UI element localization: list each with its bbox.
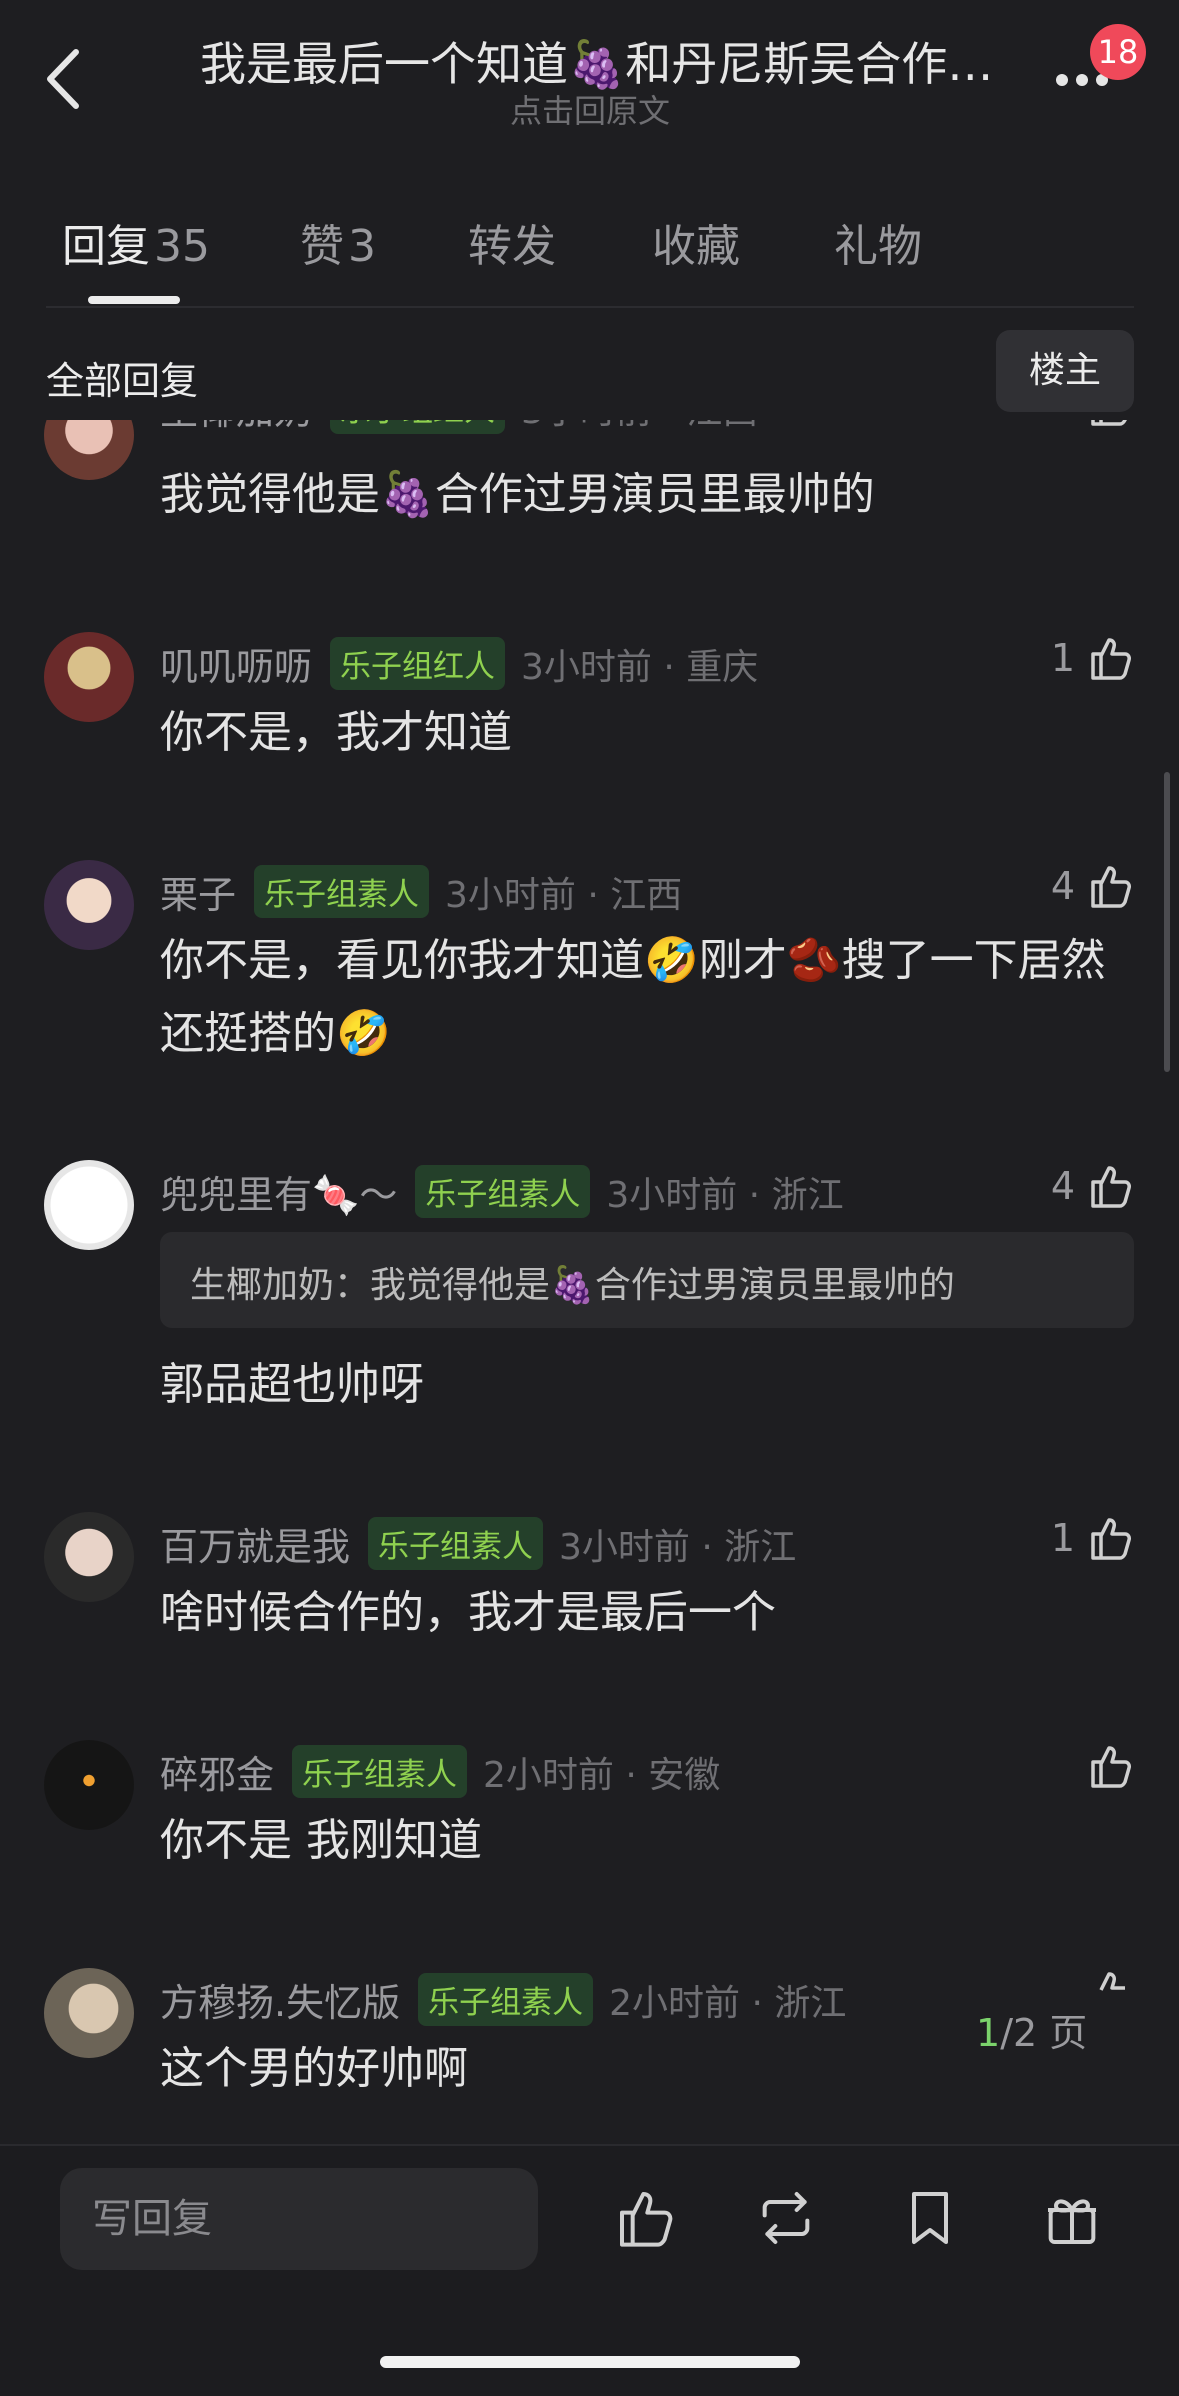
avatar[interactable] xyxy=(44,420,134,480)
comment-text: 啥时候合作的，我才是最后一个 xyxy=(160,1587,776,1638)
avatar[interactable] xyxy=(44,860,134,950)
comment-meta: 栗子 乐子组素人 3小时前 · 江西 xyxy=(160,864,682,919)
thumbs-up-icon xyxy=(1091,1746,1131,1788)
like-button[interactable]: 1 xyxy=(1051,634,1135,682)
timestamp: 3小时前 · 江西 xyxy=(445,874,683,916)
user-tag: 乐子组素人 xyxy=(254,865,430,918)
username[interactable]: 叽叽呖呖 xyxy=(160,636,312,691)
like-count: 1 xyxy=(1050,636,1075,680)
quoted-text: 生椰加奶：我觉得他是🍇合作过男演员里最帅的 xyxy=(190,1265,955,1306)
quoted-comment[interactable]: 生椰加奶：我觉得他是🍇合作过男演员里最帅的 xyxy=(160,1232,1134,1328)
tab-favorites[interactable]: 收藏 xyxy=(652,210,740,274)
comment-text: 你不是，看见你我才知道🤣刚才🫘搜了一下居然还挺搭的🤣 xyxy=(160,935,1106,1059)
tab-label: 礼物 xyxy=(834,221,922,272)
tab-label: 回复 xyxy=(62,221,150,272)
post-title[interactable]: 我是最后一个知道🍇和丹尼斯吴合作… xyxy=(200,28,993,94)
tab-reposts[interactable]: 转发 xyxy=(468,210,556,274)
thumbs-up-icon xyxy=(1099,1972,1125,1991)
comment-text: 郭品超也帅呀 xyxy=(160,1359,424,1410)
page-indicator[interactable]: 1/2 页 xyxy=(976,2002,1087,2057)
home-indicator[interactable] xyxy=(380,2356,800,2368)
like-button[interactable]: 1 xyxy=(1051,1514,1135,1562)
timestamp: 3小时前 · 江西 xyxy=(521,420,758,434)
avatar[interactable] xyxy=(44,1968,134,2058)
owner-only-button[interactable]: 楼主 xyxy=(996,330,1134,412)
gift-icon[interactable] xyxy=(1040,2186,1104,2250)
comment-meta: 生椰加奶 乐子组红人 3小时前 · 江西 xyxy=(160,420,758,435)
comment-text: 你不是 我刚知道 xyxy=(160,1815,482,1866)
timestamp: 3小时前 · 重庆 xyxy=(521,646,759,688)
user-tag: 乐子组素人 xyxy=(292,1745,468,1798)
like-count: 21 xyxy=(1027,420,1075,426)
timestamp: 2小时前 · 安徽 xyxy=(483,1754,721,1796)
timestamp: 2小时前 · 浙江 xyxy=(609,1982,847,2024)
thumbs-up-icon[interactable] xyxy=(614,2186,678,2250)
tab-gifts[interactable]: 礼物 xyxy=(834,210,922,274)
back-to-original-link[interactable]: 点击回原文 xyxy=(440,86,740,132)
comment-meta: 叽叽呖呖 乐子组红人 3小时前 · 重庆 xyxy=(160,636,758,691)
avatar[interactable] xyxy=(44,1160,134,1250)
user-tag: 乐子组红人 xyxy=(330,420,506,434)
active-tab-indicator xyxy=(88,296,180,304)
username[interactable]: 碎邪金 xyxy=(160,1744,274,1799)
comment-meta: 碎邪金 乐子组素人 2小时前 · 安徽 xyxy=(160,1744,720,1799)
like-button[interactable]: 4 xyxy=(1051,862,1135,910)
username[interactable]: 栗子 xyxy=(160,864,236,919)
tab-replies[interactable]: 回复35 xyxy=(62,210,210,274)
user-tag: 乐子组素人 xyxy=(418,1973,594,2026)
avatar[interactable] xyxy=(44,632,134,722)
tab-label: 赞 xyxy=(300,221,344,272)
scrollbar[interactable] xyxy=(1164,772,1170,1072)
tab-label: 转发 xyxy=(468,221,556,272)
thumbs-up-icon xyxy=(1091,866,1131,908)
avatar[interactable] xyxy=(44,1740,134,1830)
comment-meta: 兜兜里有🍬～ 乐子组素人 3小时前 · 浙江 xyxy=(160,1164,844,1219)
thumbs-up-icon xyxy=(1091,638,1131,680)
tab-count: 35 xyxy=(154,221,210,272)
like-count: 4 xyxy=(1050,864,1075,908)
comment-item: 生椰加奶 乐子组红人 3小时前 · 江西 21 我觉得他是🍇合作过男演员里最帅的 xyxy=(0,420,1179,550)
like-button[interactable]: 21 xyxy=(1027,420,1135,428)
page-total: /2 页 xyxy=(1000,2011,1088,2055)
comment-text: 我觉得他是🍇合作过男演员里最帅的 xyxy=(160,469,875,520)
tab-bar: 回复35 赞3 转发 收藏 礼物 xyxy=(0,210,1179,306)
tabs-divider xyxy=(46,306,1134,308)
like-button[interactable] xyxy=(1075,1742,1135,1790)
username[interactable]: 方穆扬.失忆版 xyxy=(160,1972,400,2027)
bookmark-icon[interactable] xyxy=(898,2186,962,2250)
thumbs-up-icon xyxy=(1091,420,1127,426)
user-tag: 乐子组素人 xyxy=(368,1517,544,1570)
tab-likes[interactable]: 赞3 xyxy=(300,210,376,274)
timestamp: 3小时前 · 浙江 xyxy=(559,1526,797,1568)
back-icon[interactable] xyxy=(40,44,90,114)
reply-input[interactable]: 写回复 xyxy=(60,2168,538,2270)
avatar[interactable] xyxy=(44,1512,134,1602)
thumbs-up-icon xyxy=(1091,1166,1131,1208)
current-page: 1 xyxy=(976,2011,1001,2055)
username[interactable]: 兜兜里有🍬～ xyxy=(160,1164,397,1219)
user-tag: 乐子组红人 xyxy=(330,637,506,690)
user-tag: 乐子组素人 xyxy=(415,1165,591,1218)
notification-badge: 18 xyxy=(1090,24,1146,80)
comment-meta: 方穆扬.失忆版 乐子组素人 2小时前 · 浙江 xyxy=(160,1972,846,2027)
username[interactable]: 百万就是我 xyxy=(160,1516,350,1571)
like-count: 1 xyxy=(1050,1516,1075,1560)
section-title: 全部回复 xyxy=(46,359,199,403)
repost-icon[interactable] xyxy=(754,2186,818,2250)
username[interactable]: 生椰加奶 xyxy=(160,420,312,435)
thumbs-up-icon xyxy=(1091,1518,1131,1560)
tab-count: 3 xyxy=(348,221,376,272)
timestamp: 3小时前 · 浙江 xyxy=(606,1174,844,1216)
comment-meta: 百万就是我 乐子组素人 3小时前 · 浙江 xyxy=(160,1516,796,1571)
like-count: 4 xyxy=(1050,1164,1075,1208)
tab-label: 收藏 xyxy=(652,221,740,272)
comment-text: 你不是，我才知道 xyxy=(160,707,512,758)
like-button[interactable]: 4 xyxy=(1051,1162,1135,1210)
